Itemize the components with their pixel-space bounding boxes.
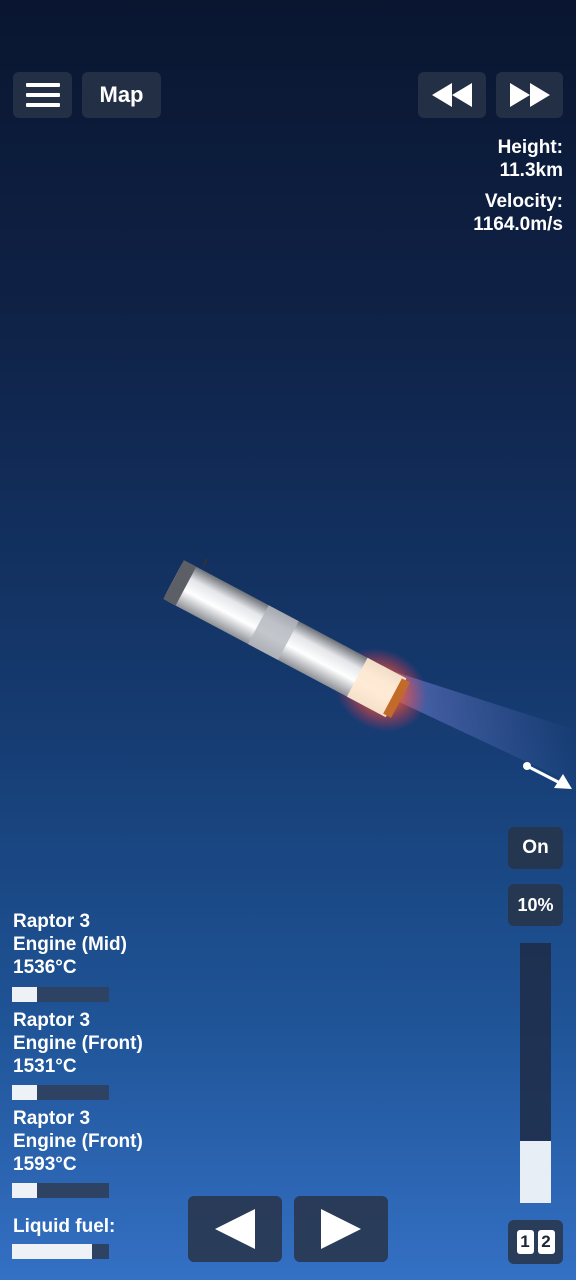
rotate-left-arrow-icon — [215, 1209, 255, 1249]
engine-heat-bar — [12, 987, 109, 1002]
engine-name-line2: Engine (Front) — [13, 1033, 143, 1054]
rewind-icon — [432, 83, 472, 107]
rotate-right-arrow-icon — [321, 1209, 361, 1249]
engine-name-line2: Engine (Mid) — [13, 934, 127, 955]
fuel-bar — [12, 1244, 109, 1259]
map-button[interactable]: Map — [82, 72, 161, 118]
engine-name-line2: Engine (Front) — [13, 1131, 143, 1152]
menu-button[interactable] — [13, 72, 72, 118]
rotate-right-button[interactable] — [294, 1196, 388, 1262]
engine-toggle-button[interactable]: On — [508, 827, 563, 869]
engine-temperature: 1531°C — [13, 1056, 77, 1077]
fuel-label: Liquid fuel: — [13, 1216, 116, 1237]
engine-temperature: 1536°C — [13, 957, 77, 978]
engine-temperature: 1593°C — [13, 1154, 77, 1175]
throttle-percent: 10% — [508, 884, 563, 926]
rotate-left-button[interactable] — [188, 1196, 282, 1262]
engine-heat-bar — [12, 1085, 109, 1100]
engine-readout: Raptor 3 Engine (Front) 1593°C — [13, 1107, 143, 1176]
engine-heat-fill — [12, 1183, 38, 1198]
map-button-label: Map — [99, 82, 144, 107]
stage-right: 2 — [537, 1230, 555, 1254]
fast-forward-button[interactable] — [496, 72, 563, 118]
throttle-slider[interactable] — [520, 943, 551, 1203]
engine-heat-bar — [12, 1183, 109, 1198]
rocket — [163, 558, 576, 785]
velocity-readout: Velocity: 1164.0m/s — [473, 190, 563, 236]
hamburger-menu-icon — [25, 83, 60, 107]
engine-readout: Raptor 3 Engine (Mid) 1536°C — [13, 910, 127, 979]
velocity-value: 1164.0m/s — [473, 214, 563, 235]
height-label: Height: — [497, 137, 563, 158]
engine-name-line1: Raptor 3 — [13, 911, 91, 932]
engine-readout: Raptor 3 Engine (Front) 1531°C — [13, 1009, 143, 1078]
fast-forward-icon — [509, 83, 550, 107]
throttle-percent-label: 10% — [517, 894, 554, 915]
engine-name-line1: Raptor 3 — [13, 1108, 91, 1129]
rewind-button[interactable] — [418, 72, 486, 118]
engine-heat-fill — [12, 987, 38, 1002]
velocity-label: Velocity: — [484, 191, 563, 212]
throttle-fill — [520, 1140, 551, 1203]
engine-heat-fill — [12, 1085, 38, 1100]
fuel-fill — [12, 1244, 92, 1259]
stage-left: 1 — [516, 1230, 534, 1254]
height-value: 11.3km — [499, 160, 563, 181]
stage-button[interactable]: 1 2 — [508, 1220, 563, 1264]
engine-name-line1: Raptor 3 — [13, 1010, 91, 1031]
direction-arrow-icon — [523, 762, 572, 789]
height-readout: Height: 11.3km — [498, 136, 563, 182]
engine-toggle-label: On — [522, 837, 549, 858]
